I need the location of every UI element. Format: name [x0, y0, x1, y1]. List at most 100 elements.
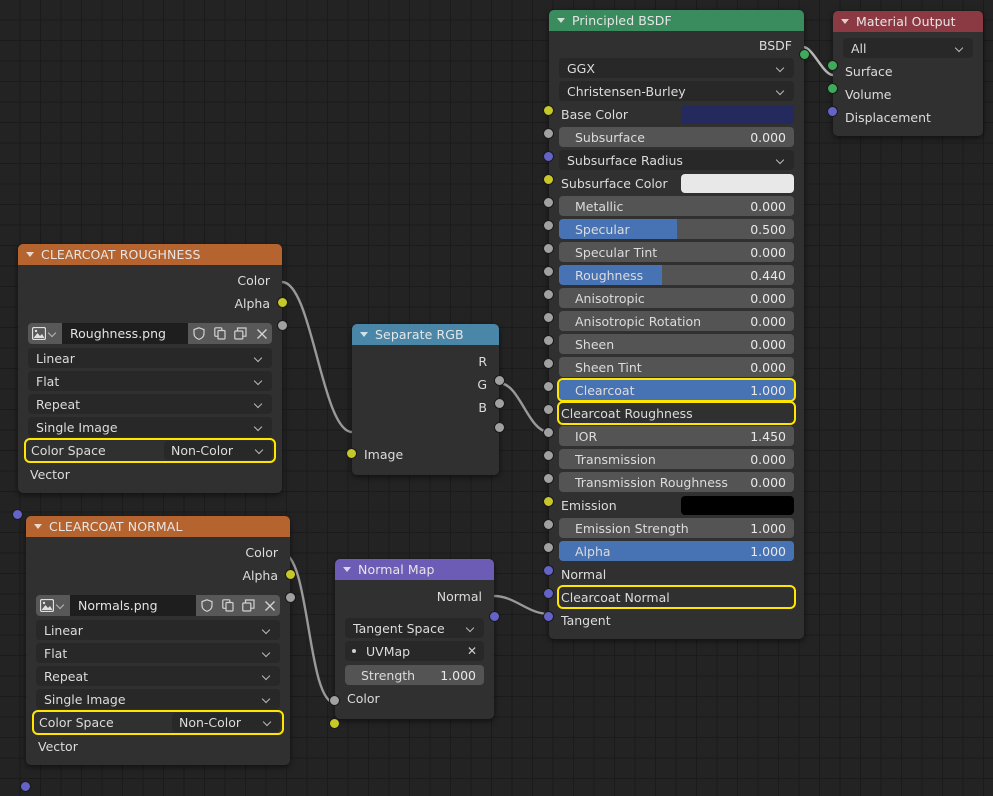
socket-input-tangent[interactable] — [543, 610, 554, 622]
socket-input-sheen[interactable] — [543, 334, 554, 346]
color-space-dropdown[interactable]: Non-Color — [172, 713, 280, 732]
color-swatch[interactable] — [681, 173, 794, 193]
socket-input-roughness[interactable] — [543, 265, 554, 277]
node-header-clearcoat-normal[interactable]: CLEARCOAT NORMAL — [26, 516, 290, 537]
material-output-input-displacement[interactable]: Displacement — [843, 107, 973, 127]
node-image-texture-clearcoat-roughness[interactable]: CLEARCOAT ROUGHNESS Color Alpha Roughnes… — [12, 244, 288, 520]
socket-output-normal[interactable] — [489, 611, 500, 622]
unlink-image-button[interactable] — [251, 323, 272, 344]
bsdf-row-clearcoat[interactable]: Clearcoat 1.000 — [559, 380, 794, 400]
node-normal-map[interactable]: Normal Map Normal Tangent Space UVMap ✕ … — [329, 559, 500, 729]
bsdf-row-anisotropic-rotation[interactable]: Anisotropic Rotation 0.000 — [559, 311, 794, 331]
collapse-triangle-icon[interactable] — [841, 19, 849, 24]
node-header-separate-rgb[interactable]: Separate RGB — [352, 324, 499, 345]
bsdf-row-tangent[interactable]: Tangent — [559, 610, 794, 630]
socket-input-subsurface-color[interactable] — [543, 173, 554, 185]
dropdown-distribution[interactable]: GGX — [559, 58, 794, 78]
socket-input-clearcoat-normal[interactable] — [543, 587, 554, 599]
collapse-triangle-icon[interactable] — [34, 524, 42, 529]
slider-strength[interactable]: Strength 1.000 — [345, 665, 484, 685]
socket-input-sheen-tint[interactable] — [543, 357, 554, 369]
collapse-triangle-icon[interactable] — [343, 567, 351, 572]
dropdown-interpolation[interactable]: Linear — [28, 348, 272, 368]
collapse-triangle-icon[interactable] — [360, 332, 368, 337]
node-material-output[interactable]: Material Output All Surface Volume Displac… — [827, 11, 983, 136]
fake-user-button[interactable] — [188, 323, 209, 344]
image-name-field[interactable]: Roughness.png — [62, 323, 188, 344]
socket-input-emission[interactable] — [543, 495, 554, 507]
dropdown-projection[interactable]: Flat — [36, 643, 280, 663]
fake-user-button[interactable] — [196, 595, 217, 616]
socket-input-specular-tint[interactable] — [543, 242, 554, 254]
image-datablock-bar[interactable]: Normals.png — [36, 595, 280, 616]
socket-input-vector[interactable] — [20, 781, 31, 792]
node-header-clearcoat-roughness[interactable]: CLEARCOAT ROUGHNESS — [18, 244, 282, 265]
collapse-triangle-icon[interactable] — [26, 252, 34, 257]
color-swatch[interactable] — [681, 104, 794, 124]
bsdf-row-emission-strength[interactable]: Emission Strength 1.000 — [559, 518, 794, 538]
material-output-input-volume[interactable]: Volume — [843, 84, 973, 104]
new-image-button[interactable] — [217, 595, 238, 616]
socket-input-specular[interactable] — [543, 219, 554, 231]
socket-input-normal[interactable] — [543, 564, 554, 576]
socket-input-vector[interactable] — [12, 509, 23, 520]
socket-input-surface[interactable] — [827, 59, 838, 71]
bsdf-row-transmission-roughness[interactable]: Transmission Roughness 0.000 — [559, 472, 794, 492]
socket-input-image[interactable] — [346, 448, 357, 459]
bsdf-row-sheen[interactable]: Sheen 0.000 — [559, 334, 794, 354]
socket-bsdf-output[interactable] — [799, 49, 810, 60]
bsdf-row-specular[interactable]: Specular 0.500 — [559, 219, 794, 239]
pack-image-button[interactable] — [230, 323, 251, 344]
collapse-triangle-icon[interactable] — [557, 18, 565, 23]
bsdf-row-sheen-tint[interactable]: Sheen Tint 0.000 — [559, 357, 794, 377]
bsdf-row-specular-tint[interactable]: Specular Tint 0.000 — [559, 242, 794, 262]
dropdown-subsurface-method[interactable]: Christensen-Burley — [559, 81, 794, 101]
socket-input-alpha[interactable] — [543, 541, 554, 553]
node-header-material-output[interactable]: Material Output — [833, 11, 983, 32]
bsdf-row-transmission[interactable]: Transmission 0.000 — [559, 449, 794, 469]
shader-node-editor-canvas[interactable]: Principled BSDF BSDF GGX Christensen-Bur… — [0, 0, 993, 796]
bsdf-row-ior[interactable]: IOR 1.450 — [559, 426, 794, 446]
socket-output-g[interactable] — [494, 398, 505, 409]
socket-output-alpha[interactable] — [277, 320, 288, 331]
bsdf-row-alpha[interactable]: Alpha 1.000 — [559, 541, 794, 561]
socket-input-subsurface-radius[interactable] — [543, 150, 554, 162]
bsdf-row-subsurface-radius[interactable]: Subsurface Radius — [559, 150, 794, 170]
dropdown-source[interactable]: Single Image — [28, 417, 272, 437]
dropdown-projection[interactable]: Flat — [28, 371, 272, 391]
node-image-texture-clearcoat-normal[interactable]: CLEARCOAT NORMAL Color Alpha Normals.png… — [20, 516, 296, 792]
image-name-field[interactable]: Normals.png — [70, 595, 196, 616]
node-header-principled-bsdf[interactable]: Principled BSDF — [549, 10, 804, 31]
new-image-button[interactable] — [209, 323, 230, 344]
socket-input-base-color[interactable] — [543, 104, 554, 116]
color-space-row[interactable]: Color Space Non-Color — [24, 438, 276, 463]
socket-output-b[interactable] — [494, 422, 505, 433]
socket-output-r[interactable] — [494, 375, 505, 386]
socket-output-alpha[interactable] — [285, 592, 296, 603]
socket-output-color[interactable] — [277, 297, 288, 308]
socket-input-volume[interactable] — [827, 82, 838, 94]
socket-input-transmission[interactable] — [543, 449, 554, 461]
bsdf-row-subsurface-color[interactable]: Subsurface Color — [559, 173, 794, 193]
image-browse-button[interactable] — [36, 595, 70, 616]
socket-input-color[interactable] — [329, 718, 340, 729]
socket-input-anisotropic[interactable] — [543, 288, 554, 300]
node-separate-rgb[interactable]: Separate RGB R G B Image — [346, 324, 505, 475]
dropdown-render-target[interactable]: All — [843, 38, 973, 58]
color-space-dropdown[interactable]: Non-Color — [164, 441, 272, 460]
bsdf-row-clearcoat-normal[interactable]: Clearcoat Normal — [559, 587, 794, 607]
bsdf-row-normal[interactable]: Normal — [559, 564, 794, 584]
node-header-normal-map[interactable]: Normal Map — [335, 559, 494, 580]
bsdf-row-metallic[interactable]: Metallic 0.000 — [559, 196, 794, 216]
socket-input-anisotropic-rotation[interactable] — [543, 311, 554, 323]
bsdf-row-roughness[interactable]: Roughness 0.440 — [559, 265, 794, 285]
bsdf-row-anisotropic[interactable]: Anisotropic 0.000 — [559, 288, 794, 308]
socket-input-transmission-roughness[interactable] — [543, 472, 554, 484]
socket-input-metallic[interactable] — [543, 196, 554, 208]
unlink-image-button[interactable] — [259, 595, 280, 616]
image-browse-button[interactable] — [28, 323, 62, 344]
socket-input-subsurface[interactable] — [543, 127, 554, 139]
dropdown-extension[interactable]: Repeat — [36, 666, 280, 686]
clear-uv-icon[interactable]: ✕ — [467, 644, 477, 658]
dropdown-extension[interactable]: Repeat — [28, 394, 272, 414]
